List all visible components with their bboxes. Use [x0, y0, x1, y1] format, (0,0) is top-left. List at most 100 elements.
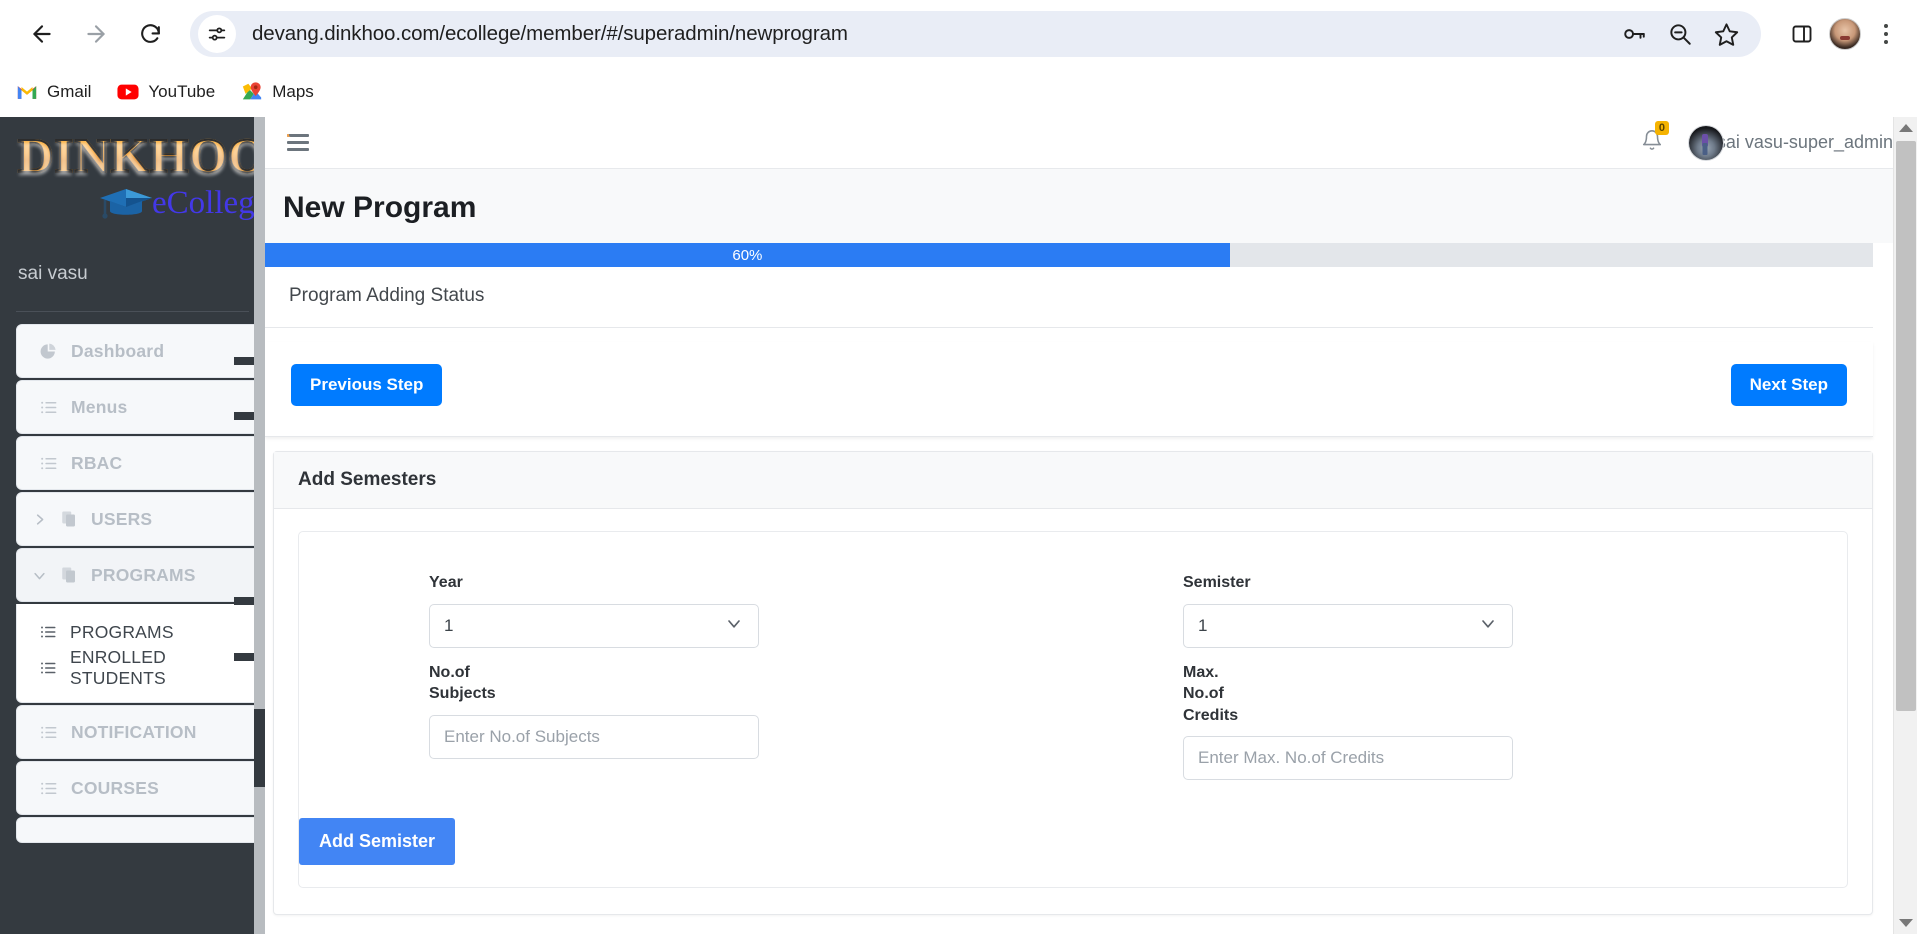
sidebar-item-users[interactable]: USERS [16, 492, 265, 546]
sidebar-item-label: PROGRAMS [91, 564, 196, 585]
site-info-icon[interactable] [198, 15, 236, 53]
page-scroll-thumb[interactable] [1896, 141, 1916, 711]
section-title: Add Semesters [274, 452, 1872, 509]
progress-bar: 60% [265, 243, 1873, 267]
sidebar-item-notification[interactable]: NOTIFICATION [16, 705, 265, 759]
sidebar-item-label: RBAC [71, 452, 123, 473]
graduation-cap-icon [98, 183, 154, 223]
browser-chrome: devang.dinkhoo.com/ecollege/member/#/sup… [0, 0, 1917, 117]
sidebar-tick [234, 412, 254, 420]
credits-input[interactable] [1198, 748, 1498, 769]
add-semister-row: Add Semister [299, 780, 1847, 887]
sidebar-tick [234, 249, 254, 257]
zoom-out-icon[interactable] [1665, 19, 1695, 49]
sidebar-tick [234, 357, 254, 365]
sidebar-scroll-thumb[interactable] [254, 709, 265, 787]
chrome-profile-avatar[interactable] [1829, 18, 1861, 50]
next-step-button[interactable]: Next Step [1730, 364, 1847, 406]
step-row: Previous Step Next Step [265, 342, 1873, 436]
subjects-input[interactable] [444, 726, 744, 747]
url-text[interactable]: devang.dinkhoo.com/ecollege/member/#/sup… [252, 22, 1619, 46]
list-icon [39, 454, 58, 473]
form-column-right: Semister 1 Max. No.of Credits [1073, 572, 1847, 781]
add-semister-button[interactable]: Add Semister [299, 818, 456, 866]
topbar-right: 0 sai vasu-super_admin [1641, 121, 1893, 160]
page-content: New Program 60% Program Adding Status Pr… [265, 169, 1917, 934]
sidebar-item-label: USERS [91, 508, 153, 529]
password-key-icon[interactable] [1619, 19, 1649, 49]
sidebar-subitem-label: PROGRAMS [70, 621, 174, 642]
logo-wordmark: DINKHOO! [10, 130, 265, 181]
form-column-left: Year 1 No.of Subjects [299, 572, 1073, 780]
add-semesters-card: Add Semesters Year 1 No.of Subjects Ente… [273, 451, 1873, 916]
chevron-right-icon [31, 512, 47, 527]
subjects-input-wrap[interactable] [429, 714, 759, 759]
sidebar-item-label: NOTIFICATION [71, 721, 197, 742]
section-body: Year 1 No.of Subjects Enter No.of Subjec… [274, 509, 1872, 914]
sidebar-tick [234, 303, 254, 311]
previous-step-button[interactable]: Previous Step [291, 364, 443, 406]
scroll-up-arrow[interactable] [1894, 117, 1917, 139]
scroll-down-arrow[interactable] [1894, 912, 1917, 934]
chrome-menu-icon[interactable] [1873, 24, 1899, 44]
semister-select[interactable]: 1 [1183, 603, 1513, 648]
year-select[interactable]: 1 [429, 603, 759, 648]
main-area: 0 sai vasu-super_admin New Program 60% P… [265, 117, 1917, 934]
back-button[interactable] [18, 10, 66, 58]
reload-button[interactable] [126, 10, 174, 58]
omnibox-actions [1619, 19, 1751, 49]
subjects-label: No.of Subjects [429, 663, 496, 703]
list-icon [39, 723, 58, 742]
sidebar-item-rbac[interactable]: RBAC [16, 436, 265, 490]
sidebar: DINKHOO! eCollege sai vasu Dashboard Men… [0, 117, 265, 934]
sidebar-subitem-enrolled-students[interactable]: ENROLLED STUDENTS [17, 647, 264, 688]
semister-select-value: 1 [1198, 615, 1208, 635]
list-icon [39, 398, 58, 417]
sidebar-subitem-programs[interactable]: PROGRAMS [17, 614, 264, 650]
sidebar-item-menus[interactable]: Menus [16, 380, 265, 434]
forward-button[interactable] [72, 10, 120, 58]
sidebar-divider [16, 311, 249, 312]
hamburger-icon[interactable] [287, 134, 309, 151]
pie-chart-icon [39, 342, 58, 361]
year-label: Year [429, 574, 463, 591]
address-bar[interactable]: devang.dinkhoo.com/ecollege/member/#/sup… [190, 11, 1761, 57]
bookmark-youtube[interactable]: YouTube [117, 81, 215, 103]
bookmarks-bar: Gmail YouTube Maps [0, 68, 1917, 116]
bookmark-maps[interactable]: Maps [241, 81, 314, 103]
bookmark-star-icon[interactable] [1711, 19, 1741, 49]
progress-percent-label: 60% [732, 246, 763, 264]
page-title: New Program [265, 169, 1917, 243]
app-topbar: 0 sai vasu-super_admin [265, 117, 1917, 169]
sidebar-item-programs[interactable]: PROGRAMS [16, 548, 265, 602]
sidebar-item-partial[interactable] [16, 817, 265, 843]
progress-status-label: Program Adding Status [289, 285, 485, 306]
sidebar-scrollbar[interactable] [234, 117, 265, 934]
progress-bar-fill: 60% [265, 243, 1230, 267]
sidebar-item-label: Dashboard [71, 340, 165, 361]
sidebar-submenu-programs: PROGRAMS ENROLLED STUDENTS [16, 604, 265, 703]
bookmark-label: YouTube [148, 82, 216, 101]
credits-input-wrap[interactable] [1183, 736, 1513, 781]
bookmark-label: Gmail [47, 82, 92, 101]
side-panel-icon[interactable] [1787, 19, 1817, 49]
chevron-down-icon [724, 613, 744, 638]
semester-form: Year 1 No.of Subjects Enter No.of Subjec… [298, 531, 1848, 889]
avatar [1688, 125, 1723, 160]
notification-bell[interactable]: 0 [1641, 121, 1670, 156]
page-scrollbar[interactable] [1893, 117, 1917, 934]
list-icon [39, 623, 57, 641]
user-profile-chip[interactable]: sai vasu-super_admin [1688, 125, 1893, 160]
bookmark-gmail[interactable]: Gmail [16, 81, 91, 103]
toolbar-right [1773, 18, 1899, 50]
notification-count-badge: 0 [1654, 121, 1670, 136]
brand-logo[interactable]: DINKHOO! eCollege [0, 117, 265, 249]
logo-ecollege-text: eCollege [152, 184, 265, 221]
gmail-icon [16, 81, 38, 103]
sidebar-item-dashboard[interactable]: Dashboard [16, 324, 265, 378]
app-window: DINKHOO! eCollege sai vasu Dashboard Men… [0, 117, 1917, 934]
chevron-down-icon [1478, 613, 1498, 638]
sidebar-item-courses[interactable]: COURSES [16, 761, 265, 815]
bookmark-label: Maps [272, 82, 314, 101]
list-icon [39, 659, 57, 677]
